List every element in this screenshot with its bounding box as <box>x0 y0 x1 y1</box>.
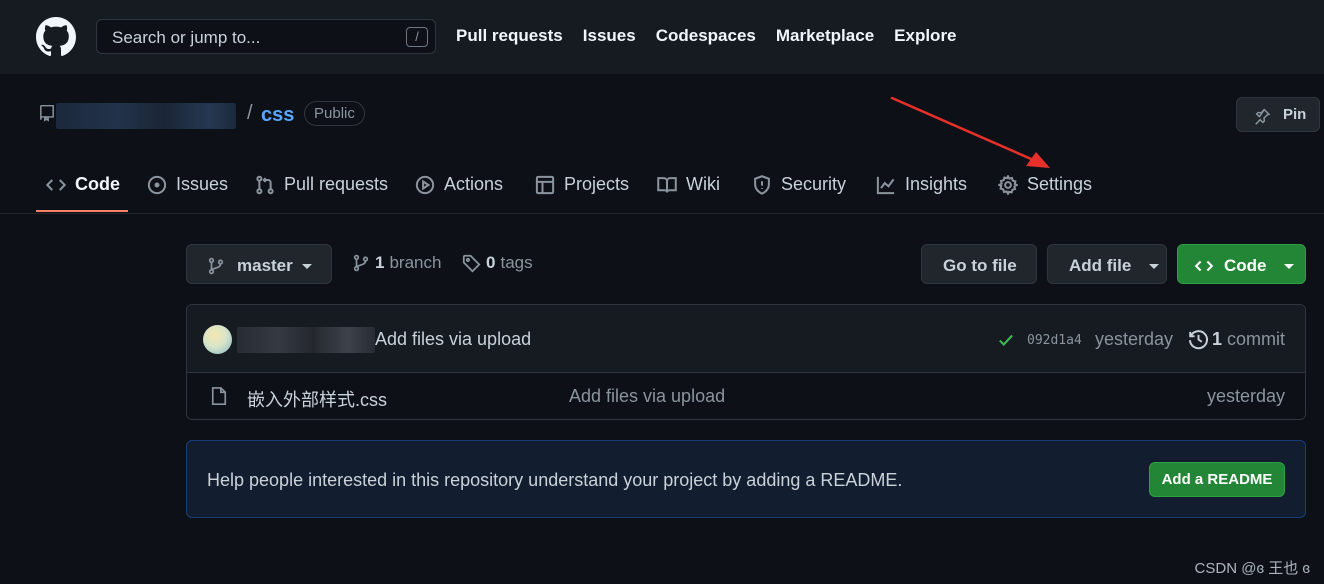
table-icon <box>535 175 555 195</box>
tab-actions[interactable]: Actions <box>415 174 503 195</box>
search-shortcut-key: / <box>406 27 428 47</box>
commit-word: commit <box>1227 329 1286 349</box>
search-input[interactable]: Search or jump to... <box>112 28 260 48</box>
tab-wiki[interactable]: Wiki <box>657 174 720 195</box>
check-icon[interactable] <box>997 331 1015 349</box>
branches-link[interactable]: 1 branch <box>352 253 441 273</box>
issue-opened-icon <box>147 175 167 195</box>
tab-settings[interactable]: Settings <box>998 174 1092 195</box>
add-readme-button[interactable]: Add a README <box>1149 462 1285 497</box>
file-name-link[interactable]: 嵌入外部样式.css <box>247 386 387 412</box>
table-row: 嵌入外部样式.css Add files via upload yesterda… <box>187 373 1305 419</box>
pin-icon <box>1253 107 1271 125</box>
chevron-down-icon <box>1149 264 1159 269</box>
add-file-button[interactable]: Add file <box>1047 244 1167 284</box>
repo-tabs: Code Issues Pull requests Actions Projec… <box>36 160 1324 214</box>
file-listing: Add files via upload 092d1a4 yesterday 1… <box>186 304 1306 420</box>
commit-author-redacted[interactable] <box>237 327 375 353</box>
latest-commit-row: Add files via upload 092d1a4 yesterday 1… <box>187 305 1305 373</box>
global-nav: Pull requests Issues Codespaces Marketpl… <box>456 26 957 46</box>
pin-label: Pin <box>1283 106 1307 123</box>
commit-count-link[interactable]: 1 commit <box>1212 329 1285 350</box>
tab-wiki-label: Wiki <box>686 174 720 194</box>
nav-codespaces[interactable]: Codespaces <box>656 26 756 46</box>
repo-path-separator: / <box>247 102 253 124</box>
repo-owner-redacted[interactable] <box>56 103 236 129</box>
tab-security[interactable]: Security <box>752 174 846 195</box>
repo-name-link[interactable]: css <box>261 104 294 127</box>
nav-issues[interactable]: Issues <box>583 26 636 46</box>
global-header: Search or jump to... / Pull requests Iss… <box>0 0 1324 74</box>
current-branch-label: master <box>237 256 293 275</box>
add-file-label: Add file <box>1069 256 1132 275</box>
tab-projects-label: Projects <box>564 174 630 194</box>
nav-explore[interactable]: Explore <box>894 26 956 46</box>
code-button-label: Code <box>1224 256 1267 275</box>
tag-icon <box>462 254 481 273</box>
branch-word: branch <box>389 253 442 272</box>
tab-settings-label: Settings <box>1027 174 1093 194</box>
commit-count: 1 <box>1212 329 1223 349</box>
git-branch-icon <box>207 257 225 275</box>
shield-icon <box>752 174 772 195</box>
gear-icon <box>998 174 1018 195</box>
readme-banner-text: Help people interested in this repositor… <box>207 470 903 490</box>
search-box[interactable]: Search or jump to... / <box>96 19 436 54</box>
git-branch-icon <box>352 254 370 272</box>
tab-pull-requests-label: Pull requests <box>284 174 389 194</box>
tag-word: tags <box>500 253 533 272</box>
nav-pull-requests[interactable]: Pull requests <box>456 26 563 46</box>
nav-marketplace[interactable]: Marketplace <box>776 26 874 46</box>
tab-projects[interactable]: Projects <box>535 174 629 195</box>
avatar[interactable] <box>203 325 232 354</box>
tab-insights-label: Insights <box>905 174 968 194</box>
git-pull-request-icon <box>255 175 275 195</box>
readme-banner: Help people interested in this repositor… <box>186 440 1306 518</box>
tab-issues[interactable]: Issues <box>147 174 228 195</box>
pin-button[interactable]: Pin <box>1236 97 1320 132</box>
tab-insights[interactable]: Insights <box>876 174 967 195</box>
go-to-file-label: Go to file <box>943 256 1017 275</box>
tab-security-label: Security <box>781 174 847 194</box>
play-icon <box>415 175 435 195</box>
go-to-file-button[interactable]: Go to file <box>921 244 1037 284</box>
visibility-badge: Public <box>304 101 365 126</box>
code-dropdown-button[interactable]: Code <box>1177 244 1306 284</box>
tabs-divider <box>0 213 1324 214</box>
tab-code-label: Code <box>75 174 120 194</box>
commit-sha-link[interactable]: 092d1a4 <box>1027 333 1082 348</box>
csdn-watermark: CSDN @ɞ 王也 ɞ <box>1194 560 1310 577</box>
tag-count: 0 <box>486 253 496 272</box>
tab-code[interactable]: Code <box>46 174 120 195</box>
tab-issues-label: Issues <box>176 174 229 194</box>
commit-time: yesterday <box>1095 329 1174 349</box>
tab-actions-label: Actions <box>444 174 504 194</box>
code-icon <box>46 175 66 195</box>
annotation-arrow-icon <box>890 96 1050 168</box>
file-commit-message-link[interactable]: Add files via upload <box>569 386 725 407</box>
code-icon <box>1194 257 1214 275</box>
chevron-down-icon <box>1284 264 1294 269</box>
github-logo-icon[interactable] <box>36 17 76 57</box>
file-commit-time: yesterday <box>1206 386 1285 406</box>
branch-selector-button[interactable]: master <box>186 244 332 284</box>
tab-pull-requests[interactable]: Pull requests <box>255 174 388 195</box>
branch-count: 1 <box>375 253 385 272</box>
active-tab-underline <box>36 210 128 212</box>
graph-icon <box>876 175 896 195</box>
tags-link[interactable]: 0 tags <box>462 253 533 273</box>
chevron-down-icon <box>302 264 312 269</box>
history-icon[interactable] <box>1188 329 1209 350</box>
book-icon <box>657 175 677 195</box>
repo-icon <box>38 104 56 122</box>
file-icon <box>209 386 229 406</box>
commit-message-link[interactable]: Add files via upload <box>375 329 531 350</box>
